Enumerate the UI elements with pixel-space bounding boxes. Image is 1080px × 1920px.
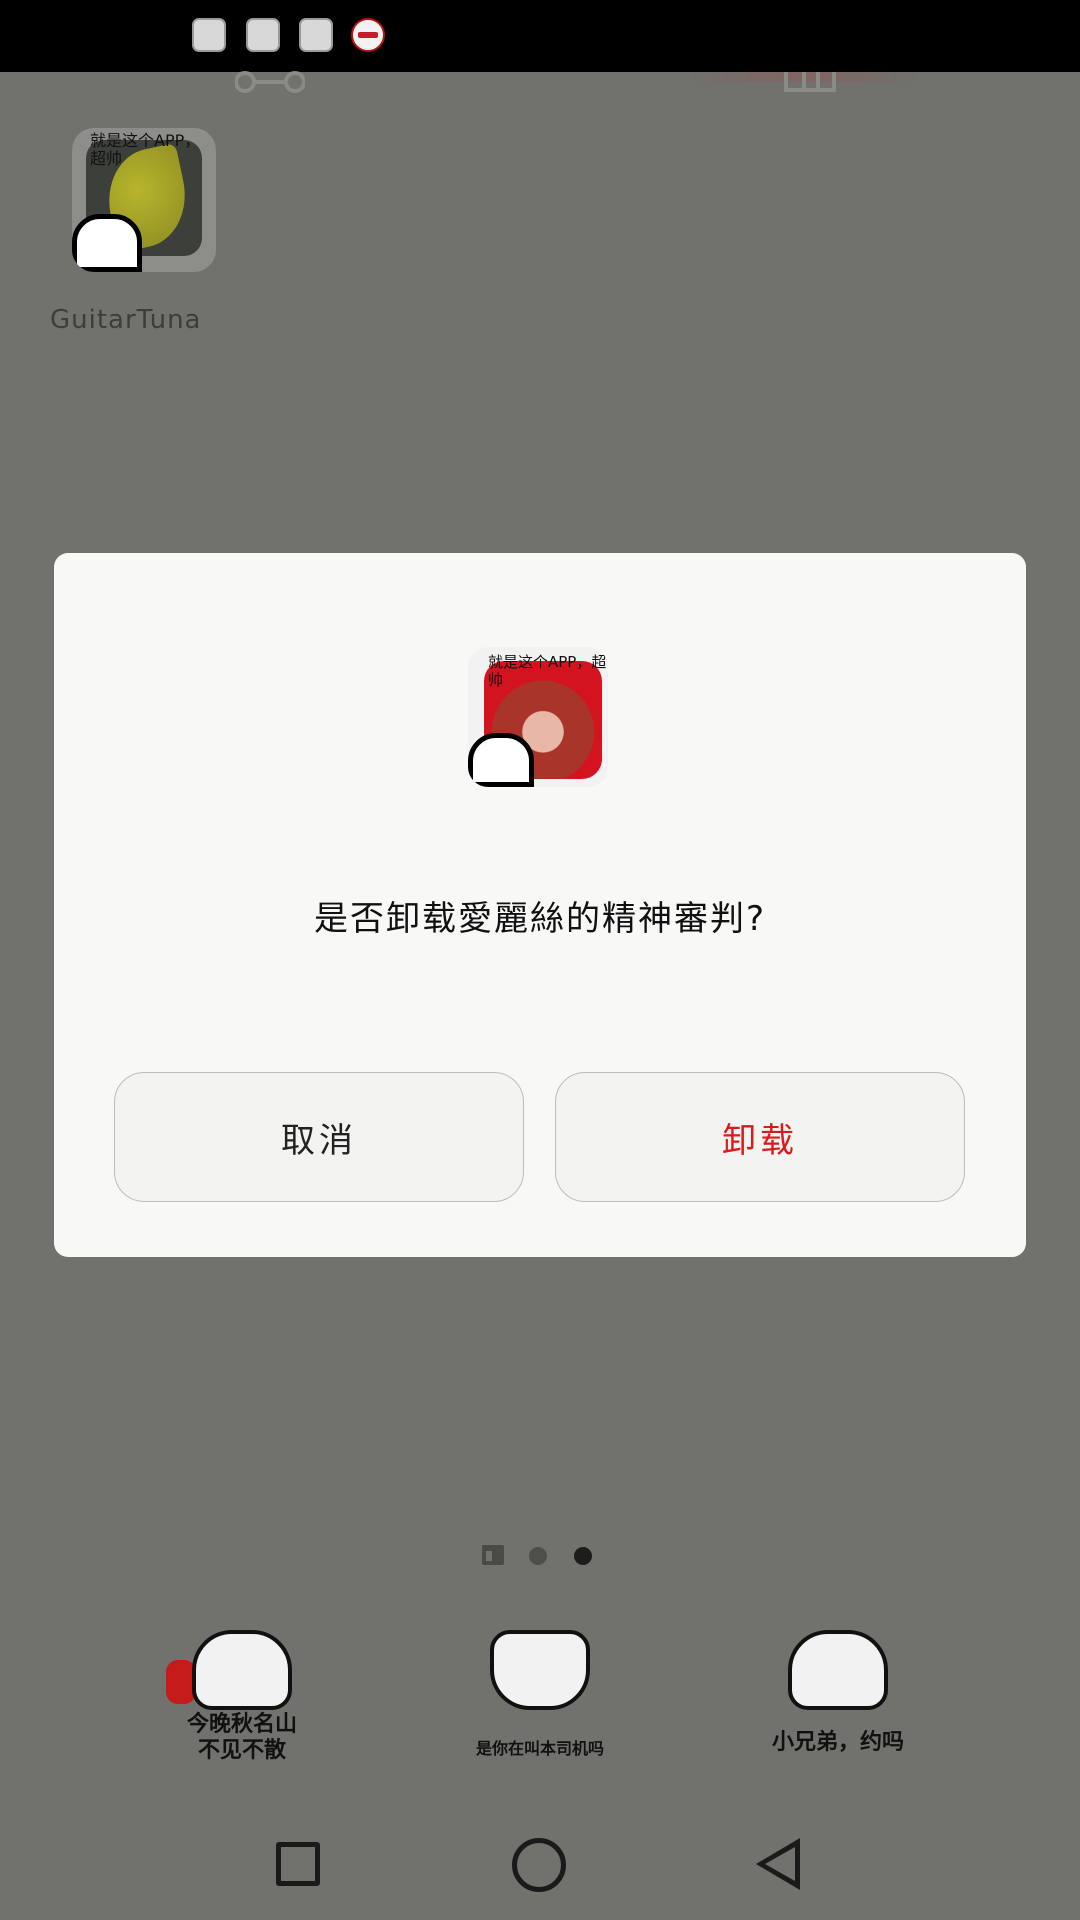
dock-caption-2: 是你在叫本司机吗 — [475, 1739, 604, 1758]
recent-apps-icon[interactable] — [276, 1842, 320, 1886]
status-bar — [0, 0, 1080, 72]
icon-overlay-text: 就是这个APP，超帅 — [90, 131, 201, 168]
home-icon[interactable] — [512, 1838, 566, 1892]
partial-link-icon — [235, 71, 305, 93]
app-label-guitartuna[interactable]: GuitarTuna — [50, 305, 240, 335]
dock-caption-1: 今晚秋名山 不见不散 — [186, 1712, 297, 1763]
panda-face-icon — [192, 1630, 292, 1710]
page-indicator — [482, 1545, 592, 1569]
dock-caption-3: 小兄弟，约吗 — [771, 1730, 904, 1755]
uninstall-dialog: 就是这个APP，超帅 是否卸载愛麗絲的精神審判? 取消 卸载 — [54, 553, 1026, 1257]
dock-app-3[interactable]: 小兄弟，约吗 — [738, 1620, 938, 1770]
dock-app-1[interactable]: 今晚秋名山 不见不散 — [142, 1620, 342, 1770]
back-icon[interactable] — [756, 1838, 800, 1890]
app-notification-icon — [192, 18, 226, 52]
partial-grid-icon — [784, 72, 836, 92]
laughing-panda-icon — [788, 1630, 888, 1710]
dialog-icon-overlay-text: 就是这个APP，超帅 — [488, 653, 607, 689]
dock-app-2[interactable]: 是你在叫本司机吗 — [440, 1620, 640, 1770]
cancel-button[interactable]: 取消 — [114, 1072, 524, 1202]
guitartuna-app-icon[interactable]: 就是这个APP，超帅 — [72, 128, 216, 272]
navigation-bar — [0, 1800, 1080, 1920]
uninstall-button[interactable]: 卸载 — [555, 1072, 965, 1202]
panda-meme-icon — [72, 214, 142, 272]
panda-notification-icon — [246, 18, 280, 52]
home-page-indicator-icon — [482, 1545, 504, 1565]
dialog-app-icon: 就是这个APP，超帅 — [468, 647, 608, 787]
bunny-face-icon — [490, 1630, 590, 1710]
red-badge-notification-icon — [351, 18, 385, 52]
page-dot-active — [574, 1547, 592, 1565]
dialog-panda-meme-icon — [468, 733, 534, 787]
meme-notification-icon — [299, 18, 333, 52]
uninstall-message: 是否卸载愛麗絲的精神審判? — [313, 899, 767, 939]
page-dot-inactive — [529, 1547, 547, 1565]
